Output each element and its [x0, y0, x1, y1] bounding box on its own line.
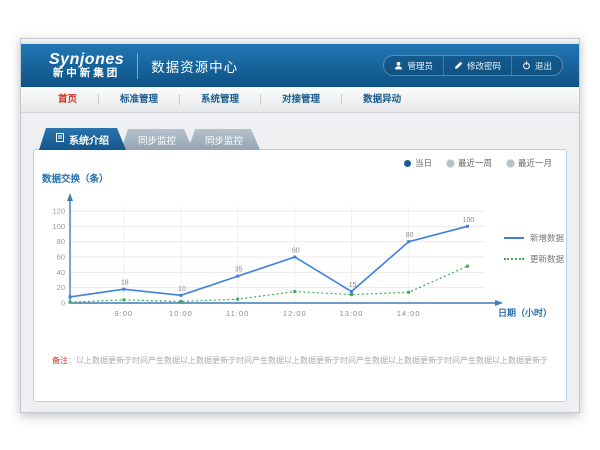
svg-text:18: 18 — [121, 280, 129, 287]
change-password-button[interactable]: 修改密码 — [444, 56, 512, 75]
tab-bar: 系统介绍 同步监控 同步监控 — [39, 128, 567, 150]
nav-item-system-mgmt[interactable]: 系统管理 — [180, 87, 260, 113]
tab-label: 系统介绍 — [69, 132, 109, 147]
svg-text:0: 0 — [61, 299, 65, 308]
svg-text:13:00: 13:00 — [340, 309, 364, 318]
filter-last-month[interactable]: 最近一月 — [507, 157, 552, 169]
logo-brand-text: Synjones — [49, 52, 124, 69]
footnote: 备注：以上数据更新于时间产生数据以上数据更新于时间产生数据以上数据更新于时间产生… — [34, 355, 566, 366]
document-icon — [56, 133, 64, 145]
solid-line-icon — [504, 237, 524, 239]
svg-text:10:00: 10:00 — [169, 309, 193, 318]
filter-last-week[interactable]: 最近一周 — [447, 157, 492, 169]
svg-text:9:00: 9:00 — [115, 309, 134, 318]
user-icon — [394, 61, 403, 70]
svg-text:14:00: 14:00 — [397, 309, 421, 318]
time-range-filters: 当日 最近一周 最近一月 — [404, 157, 552, 169]
legend-item-new-data[interactable]: 新增数据 — [504, 232, 564, 244]
nav-item-home[interactable]: 首页 — [37, 87, 98, 113]
svg-text:60: 60 — [292, 248, 300, 255]
legend-item-updated-data[interactable]: 更新数据 — [504, 253, 564, 265]
svg-text:12:00: 12:00 — [283, 309, 307, 318]
user-button[interactable]: 管理员 — [384, 56, 444, 75]
app-header: Synjones 新中新集团 数据资源中心 管理员 修改密码 — [21, 44, 579, 87]
filter-today[interactable]: 当日 — [404, 157, 432, 169]
footnote-text: ：以上数据更新于时间产生数据以上数据更新于时间产生数据以上数据更新于时间产生数据… — [68, 356, 548, 365]
svg-text:120: 120 — [52, 207, 65, 216]
radio-icon — [507, 160, 514, 167]
svg-text:100: 100 — [52, 222, 65, 231]
main-nav: 首页 标准管理 系统管理 对接管理 数据异动 — [21, 87, 579, 113]
logout-label: 退出 — [535, 60, 552, 72]
data-exchange-chart[interactable]: 0 20 40 60 80 100 120 9:00 10:00 11:00 12:00 13:00 1… — [36, 180, 556, 330]
logo-company-text: 新中新集团 — [49, 68, 124, 79]
tab-sync-monitor-1[interactable]: 同步监控 — [121, 129, 193, 150]
svg-text:35: 35 — [235, 267, 243, 274]
app-window: Synjones 新中新集团 数据资源中心 管理员 修改密码 — [20, 38, 580, 413]
page-background: Synjones 新中新集团 数据资源中心 管理员 修改密码 — [0, 0, 600, 450]
tab-label: 同步监控 — [138, 133, 176, 147]
nav-item-standard-mgmt[interactable]: 标准管理 — [99, 87, 179, 113]
tab-sync-monitor-2[interactable]: 同步监控 — [188, 129, 260, 150]
logout-button[interactable]: 退出 — [512, 56, 562, 75]
footnote-prefix: 备注 — [52, 356, 68, 365]
svg-text:40: 40 — [57, 268, 65, 277]
tab-system-intro[interactable]: 系统介绍 — [39, 128, 126, 150]
change-password-label: 修改密码 — [467, 60, 501, 72]
svg-text:15: 15 — [349, 282, 357, 289]
svg-text:80: 80 — [406, 232, 414, 239]
svg-text:100: 100 — [463, 217, 475, 224]
dotted-line-icon — [504, 258, 524, 260]
content-area: 系统介绍 同步监控 同步监控 当日 最近一周 — [21, 113, 579, 402]
svg-text:日期（小时）: 日期（小时） — [498, 307, 552, 318]
chart-legend: 新增数据 更新数据 — [504, 232, 564, 265]
radio-icon — [447, 160, 454, 167]
radio-icon — [404, 160, 411, 167]
edit-icon — [454, 61, 463, 70]
chart-panel: 当日 最近一周 最近一月 数据交换（条） 0204060801001209:00… — [33, 149, 567, 402]
logo: Synjones 新中新集团 — [49, 52, 124, 80]
svg-text:80: 80 — [57, 237, 65, 246]
user-button-label: 管理员 — [407, 60, 433, 72]
svg-text:60: 60 — [57, 253, 65, 262]
tab-label: 同步监控 — [205, 133, 243, 147]
header-divider — [137, 53, 138, 79]
nav-item-interface-mgmt[interactable]: 对接管理 — [261, 87, 341, 113]
svg-text:10: 10 — [178, 286, 186, 293]
svg-text:11:00: 11:00 — [226, 309, 249, 318]
power-icon — [522, 61, 531, 70]
page-title: 数据资源中心 — [151, 56, 238, 76]
nav-item-data-change[interactable]: 数据异动 — [342, 87, 422, 113]
user-controls: 管理员 修改密码 退出 — [383, 55, 563, 76]
svg-text:20: 20 — [57, 283, 65, 292]
